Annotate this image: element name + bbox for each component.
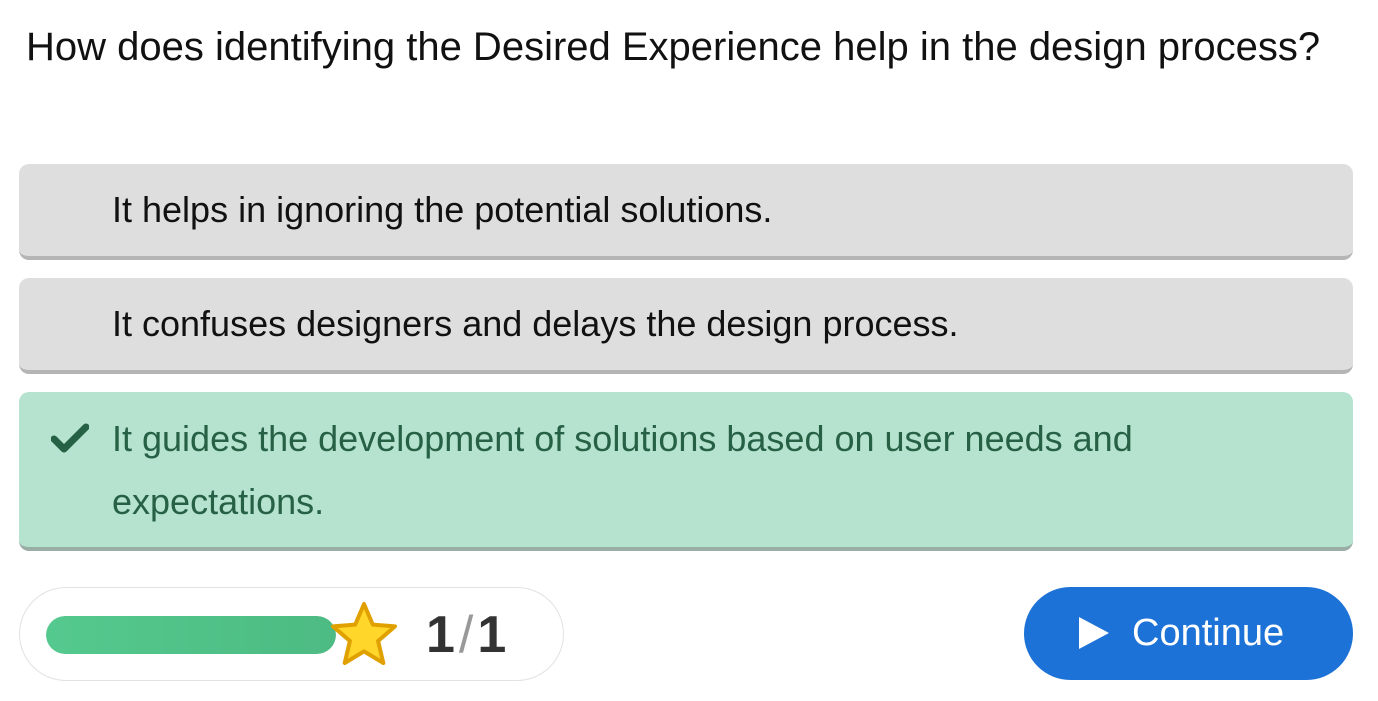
answer-option-2[interactable]: It confuses designers and delays the des…: [19, 278, 1353, 374]
continue-button[interactable]: Continue: [1024, 587, 1353, 680]
star-icon: [331, 602, 397, 665]
progress-bar-fill: [46, 616, 336, 654]
quiz-page: How does identifying the Desired Experie…: [0, 0, 1378, 701]
progress-bar: [46, 616, 336, 654]
continue-button-label: Continue: [1132, 612, 1285, 654]
answer-option-3-correct[interactable]: It guides the development of solutions b…: [19, 392, 1353, 551]
answer-option-label: It confuses designers and delays the des…: [112, 303, 959, 344]
progress-separator: /: [458, 606, 474, 664]
answer-option-label: It helps in ignoring the potential solut…: [112, 189, 773, 230]
progress-current: 1: [426, 606, 455, 664]
progress-score: 1/1: [426, 607, 506, 663]
answer-option-label: It guides the development of solutions b…: [112, 418, 1133, 522]
footer-bar: 1/1 Continue: [19, 587, 1353, 681]
answer-options: It helps in ignoring the potential solut…: [19, 164, 1353, 569]
checkmark-icon: [51, 423, 89, 453]
answer-option-1[interactable]: It helps in ignoring the potential solut…: [19, 164, 1353, 260]
progress-card: 1/1: [19, 587, 564, 681]
play-icon: [1079, 617, 1109, 649]
progress-total: 1: [477, 606, 507, 664]
question-text: How does identifying the Desired Experie…: [26, 25, 1321, 69]
